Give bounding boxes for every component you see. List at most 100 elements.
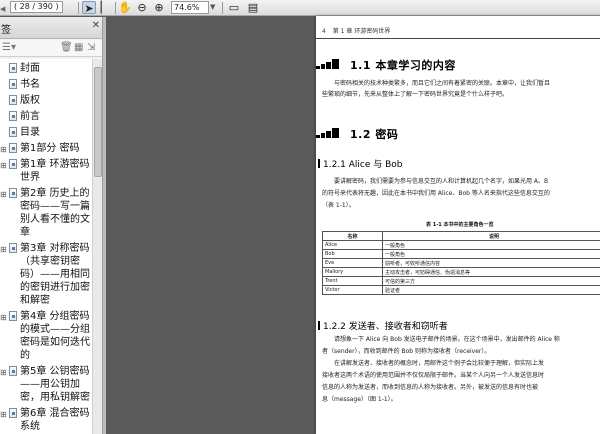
bookmark-icon	[9, 366, 17, 376]
scrollbar-thumb[interactable]	[94, 67, 102, 177]
paragraph-line: 在讲解发送者、接收者的概念时，用邮件这个例子会比较便于理解，但实际上发	[334, 360, 545, 367]
role-desc-cell: 主动攻击者，可妨碍通信、伪造消息等	[382, 267, 600, 277]
table-row: Trent 可信的第三方	[322, 276, 600, 286]
bookmark-item[interactable]: ⊞ 第2章 历史上的密码——写一篇别人看不懂的文章	[0, 187, 92, 239]
expand-icon[interactable]: ⊞	[0, 366, 8, 379]
subsection-heading-1-2-1: 1.2.1 Alice 与 Bob	[318, 157, 403, 170]
toolbar-separator	[222, 2, 223, 14]
role-desc-cell: 窃听者，可收听通信内容	[382, 258, 600, 268]
header-rule	[316, 38, 600, 39]
select-cursor-icon[interactable]: ➤	[82, 1, 96, 15]
expand-icon[interactable]: ⊞	[0, 243, 8, 256]
bookmark-item[interactable]: 目录	[0, 126, 92, 139]
bookmark-label: 第6章 混合密码系统	[20, 408, 90, 432]
bookmark-item[interactable]: 书名	[0, 78, 92, 91]
zoom-level-input[interactable]: 74.6%	[171, 1, 209, 14]
options-icon[interactable]: ☰▾	[2, 42, 16, 54]
expand-bookmark-icon[interactable]: ⇲	[87, 42, 95, 54]
bookmark-tree: 封面书名版权前言目录 ⊞ 第1部分 密码 ⊞ 第1章 环游密码世界 ⊞ 第2章 历史上的密码…	[0, 59, 92, 434]
bookmarks-title: 签	[1, 25, 11, 36]
paragraph-line: 接收者这两个术语的使用范围并不仅仅局限于邮件。当某个人向另一个人发送信息时	[322, 372, 545, 379]
expand-icon[interactable]: ⊞	[0, 143, 8, 156]
expand-icon[interactable]: ⊞	[0, 408, 8, 421]
bookmark-item[interactable]: ⊞ 第6章 混合密码系统	[0, 407, 92, 433]
bookmark-icon	[9, 111, 17, 121]
bookmark-label: 第5章 公钥密码——用公钥加密，用私钥解密	[20, 366, 90, 403]
page-navigation[interactable]: ◀ ( 28 / 390 )	[0, 1, 76, 14]
bookmark-label: 第3章 对称密码（共享密钥密码）——用相同的密钥进行加密和解密	[20, 243, 90, 306]
table-header-desc: 说明	[382, 231, 600, 241]
role-name-cell: Bob	[322, 249, 383, 259]
role-name-cell: Mallory	[322, 267, 383, 277]
zoom-out-icon[interactable]: ⊖	[135, 1, 149, 14]
bookmarks-toolbar: ☰▾ 🗑 ▦ ⇲	[0, 40, 102, 57]
bookmark-item[interactable]: ⊞ 第1章 环游密码世界	[0, 158, 92, 184]
previous-page-icon[interactable]: ◀	[0, 3, 5, 16]
close-icon[interactable]: ✕	[92, 20, 100, 31]
heading-marker-icon	[316, 128, 346, 138]
bookmark-label: 第4章 分组密码的模式——分组密码是如何迭代的	[20, 311, 90, 361]
bookmark-item[interactable]: 封面	[0, 62, 92, 75]
text-select-icon[interactable]: ▏	[98, 1, 112, 14]
bookmarks-panel: 签 ✕ ☰▾ 🗑 ▦ ⇲ 封面书名版权前言目录 ⊞ 第1部分 密码 ⊞ 第1章 环游密码…	[0, 17, 103, 434]
expand-icon[interactable]: ⊞	[0, 159, 8, 172]
bookmarks-header: 签 ✕	[0, 17, 102, 39]
bookmark-icon	[9, 311, 17, 321]
running-header: 第 1 章 环游密码世界	[332, 28, 391, 35]
table-row: Mallory 主动攻击者，可妨碍通信、伪造消息等	[322, 267, 600, 277]
table-row: Eve 窃听者，可收听通信内容	[322, 258, 600, 268]
toolbar-separator	[78, 2, 79, 14]
bookmark-label: 第1章 环游密码世界	[20, 159, 90, 183]
expand-icon[interactable]: ⊞	[0, 188, 8, 201]
bookmark-item[interactable]: ⊞ 第4章 分组密码的模式——分组密码是如何迭代的	[0, 310, 92, 362]
page-counter[interactable]: ( 28 / 390 )	[10, 1, 63, 13]
bookmark-item[interactable]: 前言	[0, 110, 92, 123]
bookmark-icon	[9, 188, 17, 198]
bookmark-item[interactable]: ⊞ 第5章 公钥密码——用公钥加密，用私钥解密	[0, 365, 92, 404]
role-name-cell: Eve	[322, 258, 383, 268]
fit-width-icon[interactable]: ▤	[246, 1, 260, 14]
table-row: Victor 验证者	[322, 285, 600, 295]
heading-marker-icon	[316, 59, 346, 69]
bookmark-icon	[9, 143, 17, 153]
bookmark-label: 书名	[20, 79, 40, 90]
paragraph-line: 息（message）（图 1-1）。	[322, 396, 397, 403]
zoom-dropdown-icon[interactable]: ▼	[210, 1, 215, 14]
bookmark-label: 第2章 历史上的密码——写一篇别人看不懂的文章	[20, 188, 90, 238]
bookmark-item[interactable]: 版权	[0, 94, 92, 107]
zoom-in-icon[interactable]: ⊕	[152, 1, 166, 14]
toolbar-separator	[115, 2, 116, 14]
bookmark-label: 前言	[20, 111, 40, 122]
expand-icon[interactable]: ⊞	[0, 311, 8, 324]
new-bookmark-icon[interactable]: ▦	[74, 42, 83, 54]
paragraph-line: （表 1-1）。	[322, 202, 355, 209]
paragraph-line: 请想象一下 Alice 向 Bob 发送电子邮件的场景。在这个场景中，发出邮件的…	[334, 336, 560, 343]
table-caption: 表 1-1 本书中的主要角色一览	[426, 222, 494, 228]
role-desc-cell: 可信的第三方	[382, 276, 600, 286]
subsection-heading-1-2-2: 1.2.2 发送者、接收者和窃听者	[318, 319, 448, 332]
bookmark-icon	[9, 127, 17, 137]
bookmark-label: 第1部分 密码	[20, 143, 80, 154]
bookmark-icon	[9, 63, 17, 73]
bookmark-label: 版权	[20, 95, 40, 106]
paragraph-line: 的符号来代表将无趣，因此在本书中我们用 Alice、Bob 等人名来指代这些信息…	[322, 190, 550, 197]
table-row: Bob 一般角色	[322, 249, 600, 259]
hand-tool-icon[interactable]: ✋	[118, 1, 132, 14]
paragraph-line: 些繁琐的细节，先来从整体上了解一下密码世界究竟是个什么样子吧。	[322, 91, 509, 98]
bookmarks-scrollbar[interactable]	[92, 59, 102, 434]
page-number: 4	[322, 28, 326, 35]
panel-splitter[interactable]	[103, 17, 106, 434]
toolbar: ◀ ( 28 / 390 ) ➤ ▏ ✋ ⊖ ⊕ 74.6% ▼ ▭ ▤	[0, 0, 600, 16]
role-desc-cell: 验证者	[382, 285, 600, 295]
role-desc-cell: 一般角色	[382, 240, 600, 250]
table-header-name: 名称	[322, 231, 383, 241]
bookmark-item[interactable]: ⊞ 第3章 对称密码（共享密钥密码）——用相同的密钥进行加密和解密	[0, 242, 92, 307]
fit-page-icon[interactable]: ▭	[227, 1, 241, 14]
paragraph-line: 者（sender），而收到邮件的 Bob 则称为接收者（receiver）。	[322, 348, 491, 355]
paragraph-line: 信息的人称为发送者，而收到信息的人称为接收者。另外，被发送的信息有时也被	[322, 384, 539, 391]
delete-bookmark-icon[interactable]: 🗑	[60, 42, 73, 54]
bookmark-item[interactable]: ⊞ 第1部分 密码	[0, 142, 92, 155]
roles-table: 名称 说明 Alice 一般角色 Bob 一般角色 Eve 窃听者，可收听通信内容 Mall…	[322, 231, 600, 295]
role-desc-cell: 一般角色	[382, 249, 600, 259]
bookmark-icon	[9, 408, 17, 418]
